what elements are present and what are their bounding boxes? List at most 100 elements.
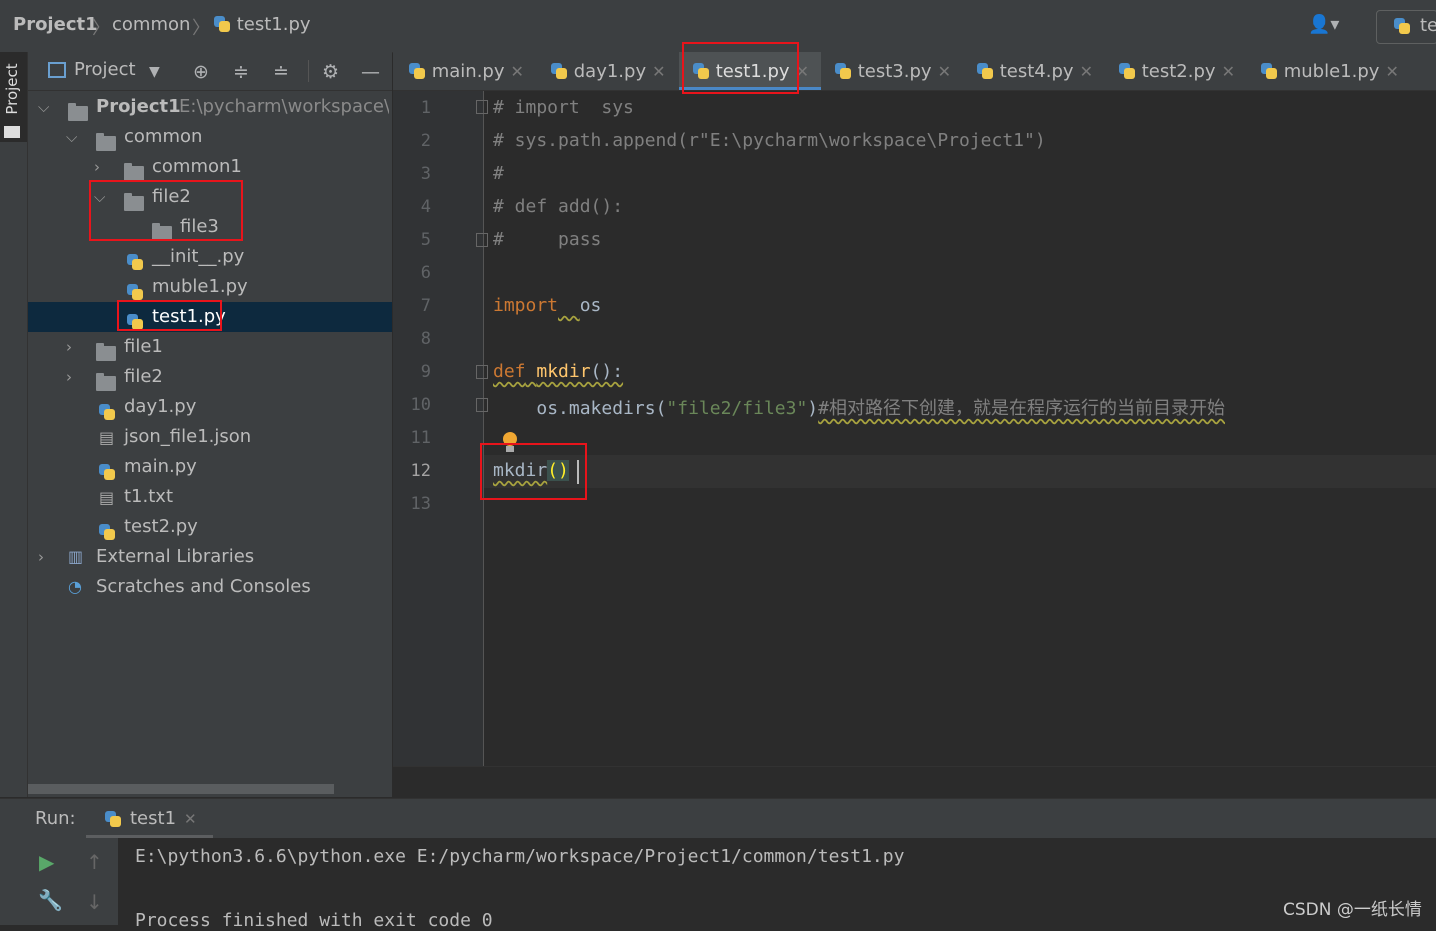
code-line-5[interactable]: # pass — [493, 229, 601, 250]
chevron-right-icon[interactable]: › — [38, 542, 44, 572]
code-line-9[interactable]: def mkdir(): — [493, 361, 623, 382]
tab-label: day1.py — [573, 61, 647, 82]
tree-item-label: Scratches and Consoles — [96, 576, 311, 597]
chevron-right-icon[interactable]: › — [66, 362, 72, 392]
code-line-1[interactable]: # import sys — [493, 97, 634, 118]
project-panel-scrollbar[interactable] — [28, 784, 334, 794]
python-file-icon — [1393, 17, 1411, 35]
gear-icon[interactable]: ⚙ — [322, 61, 339, 83]
code-line-2[interactable]: # sys.path.append(r"E:\pycharm\workspace… — [493, 130, 1046, 151]
project-path: E:\pycharm\workspace\P — [179, 96, 389, 117]
tab-day1-py[interactable]: day1.py ✕ — [550, 52, 666, 90]
fold-marker-icon[interactable] — [476, 100, 488, 114]
line-number: 7 — [420, 296, 431, 316]
tree-item-test2-py[interactable]: test2.py — [28, 512, 392, 542]
tree-item-json-file1[interactable]: ▤ json_file1.json — [28, 422, 392, 452]
code-line-3[interactable]: # — [493, 163, 504, 184]
code-line-10[interactable]: os.makedirs("file2/file3")#相对路径下创建，就是在程序… — [493, 394, 1225, 420]
close-icon[interactable]: ✕ — [511, 62, 524, 81]
tree-item-t1-txt[interactable]: ▤ t1.txt — [28, 482, 392, 512]
tree-item-label: t1.txt — [124, 486, 173, 507]
line-number: 10 — [410, 395, 431, 415]
breadcrumb-file[interactable]: test1.py — [213, 14, 311, 35]
python-file-icon — [98, 463, 116, 481]
code-call: os.makedirs( — [536, 398, 667, 419]
tree-item-file2[interactable]: › file2 — [28, 362, 392, 392]
tree-item-main-py[interactable]: main.py — [28, 452, 392, 482]
line-number: 5 — [420, 230, 431, 250]
chevron-right-icon[interactable]: › — [94, 152, 100, 182]
keyword: def — [493, 361, 526, 382]
tree-item-file1[interactable]: › file1 — [28, 332, 392, 362]
tree-item-common1[interactable]: › common1 — [28, 152, 392, 182]
annotation-box-tab — [682, 42, 799, 94]
python-file-icon — [834, 62, 852, 80]
user-account-icon[interactable]: 👤▾ — [1308, 14, 1339, 35]
tree-item-label: External Libraries — [96, 546, 255, 567]
tree-item-label: muble1.py — [152, 276, 248, 297]
tab-main-py[interactable]: main.py ✕ — [408, 52, 524, 90]
close-icon[interactable]: ✕ — [938, 62, 951, 81]
arrow-down-icon[interactable]: ↓ — [86, 890, 103, 914]
text-file-icon: ▤ — [99, 488, 115, 507]
python-file-icon — [408, 62, 426, 80]
project-view-selector[interactable]: Project — [74, 59, 136, 80]
folder-icon — [124, 163, 144, 181]
tab-test2-py[interactable]: test2.py ✕ — [1118, 52, 1235, 90]
tree-item-label: day1.py — [124, 396, 197, 417]
folder-icon — [96, 343, 116, 361]
tree-item-day1-py[interactable]: day1.py — [28, 392, 392, 422]
code-line-7[interactable]: import os — [493, 295, 601, 316]
project-tool-label[interactable]: Project — [3, 53, 21, 125]
tree-item-label: Project1 — [96, 96, 181, 117]
code-line-4[interactable]: # def add(): — [493, 196, 623, 217]
tree-item-project-root[interactable]: ⌵ Project1 E:\pycharm\workspace\P — [28, 92, 392, 122]
folder-icon — [68, 103, 88, 121]
close-icon[interactable]: ✕ — [652, 62, 665, 81]
run-label: Run: — [35, 808, 76, 829]
chevron-down-icon[interactable]: ▼ — [149, 64, 160, 80]
run-tab-test1[interactable]: test1 ✕ — [86, 799, 213, 839]
close-icon[interactable]: ✕ — [1385, 62, 1398, 81]
collapse-all-icon[interactable]: ≐ — [273, 61, 289, 83]
toolbar-divider — [308, 60, 309, 82]
tab-muble1-py[interactable]: muble1.py ✕ — [1260, 52, 1399, 90]
python-file-icon — [1118, 62, 1136, 80]
python-file-icon — [98, 403, 116, 421]
tab-test3-py[interactable]: test3.py ✕ — [834, 52, 951, 90]
tab-test4-py[interactable]: test4.py ✕ — [976, 52, 1093, 90]
expand-all-icon[interactable]: ≑ — [233, 61, 249, 83]
locate-icon[interactable]: ⊕ — [193, 61, 209, 83]
tree-item-scratches[interactable]: ◔ Scratches and Consoles — [28, 572, 392, 602]
tool-window-stripe — [0, 52, 28, 797]
current-line-highlight — [484, 455, 1436, 488]
fold-marker-icon[interactable] — [476, 398, 488, 412]
tab-label: muble1.py — [1283, 61, 1380, 82]
tree-item-init-py[interactable]: __init__.py — [28, 242, 392, 272]
run-toolbar: Run: test1 ✕ — [0, 798, 1436, 839]
chevron-down-icon[interactable]: ⌵ — [38, 92, 49, 122]
chevron-down-icon[interactable]: ⌵ — [66, 122, 77, 152]
fold-marker-icon[interactable] — [476, 233, 488, 247]
close-icon[interactable]: ✕ — [1080, 62, 1093, 81]
library-icon: ▥ — [68, 547, 84, 566]
run-icon[interactable]: ▶ — [39, 850, 54, 874]
tree-item-external-libraries[interactable]: › ▥ External Libraries — [28, 542, 392, 572]
arrow-up-icon[interactable]: ↑ — [86, 850, 103, 874]
breadcrumb-folder[interactable]: common — [112, 14, 190, 35]
code-punct: ) — [807, 398, 819, 419]
close-icon[interactable]: ✕ — [1222, 62, 1235, 81]
breadcrumb-separator: 〉 — [192, 18, 210, 39]
minimize-icon[interactable]: — — [361, 61, 380, 83]
line-number: 1 — [420, 98, 431, 118]
run-config-selector[interactable]: te — [1376, 10, 1436, 44]
breadcrumb-project[interactable]: Project1 — [13, 14, 98, 35]
fold-marker-icon[interactable] — [476, 365, 488, 379]
tree-item-muble1-py[interactable]: muble1.py — [28, 272, 392, 302]
wrench-icon[interactable]: 🔧 — [38, 888, 63, 912]
tree-item-common[interactable]: ⌵ common — [28, 122, 392, 152]
chevron-right-icon[interactable]: › — [66, 332, 72, 362]
string-literal: "file2/file3" — [666, 398, 808, 419]
folder-icon — [96, 373, 116, 391]
close-icon[interactable]: ✕ — [184, 810, 197, 828]
